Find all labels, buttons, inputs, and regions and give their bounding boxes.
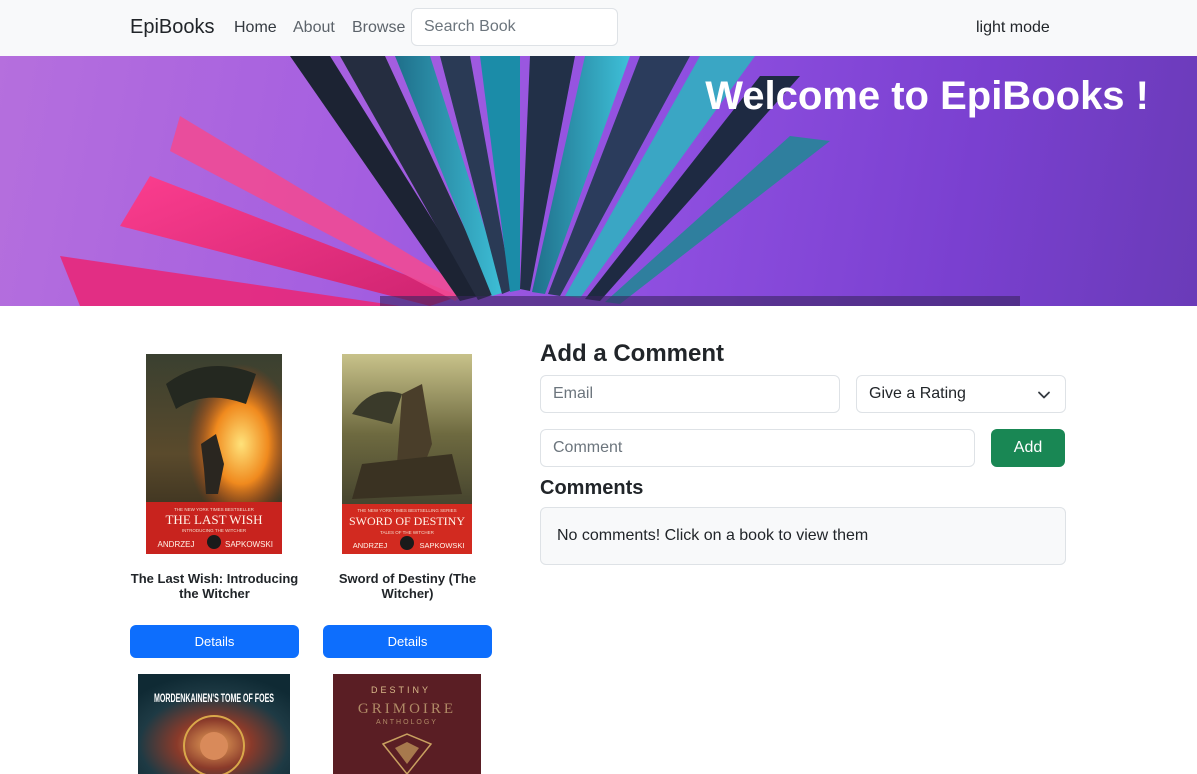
cover-subtitle-text: TALES OF THE WITCHER — [380, 530, 435, 535]
cover-title-text: THE LAST WISH — [165, 512, 262, 527]
cover-subtitle-text: ANTHOLOGY — [376, 719, 438, 726]
book-cover-sword-of-destiny[interactable]: THE NEW YORK TIMES BESTSELLING SERIES SW… — [342, 354, 472, 554]
book-title: The Last Wish: Introducing the Witcher — [130, 571, 299, 601]
cover-title-text: MORDENKAINEN'S TOME OF FOES — [154, 691, 274, 705]
comment-field[interactable] — [540, 429, 975, 467]
cover-author-last: SAPKOWSKI — [225, 540, 273, 549]
cover-author-first: ANDRZEJ — [158, 540, 195, 549]
book-cover-mordenkainens-tome-of-foes[interactable]: MORDENKAINEN'S TOME OF FOES — [138, 674, 290, 774]
cover-author-first: ANDRZEJ — [353, 541, 388, 550]
add-comment-button[interactable]: Add — [991, 429, 1065, 467]
hero-title: Welcome to EpiBooks ! — [705, 74, 1149, 118]
details-button[interactable]: Details — [323, 625, 492, 658]
book-title: Sword of Destiny (The Witcher) — [338, 571, 477, 601]
rating-select-label: Give a Rating — [869, 385, 966, 402]
cover-author-last: SAPKOWSKI — [419, 541, 464, 550]
rating-select[interactable]: Give a Rating — [856, 375, 1066, 413]
comments-heading: Comments — [540, 477, 644, 499]
theme-mode-toggle[interactable]: light mode — [976, 19, 1050, 37]
cover-title-text: GRIMOIRE — [358, 701, 456, 717]
cover-top-text: DESTINY — [371, 685, 431, 695]
book-cover-destiny-grimoire[interactable]: DESTINY GRIMOIRE ANTHOLOGY — [333, 674, 481, 774]
chevron-down-icon — [1037, 388, 1051, 407]
nav-link-about[interactable]: About — [293, 19, 335, 37]
details-button[interactable]: Details — [130, 625, 299, 658]
nav-link-home[interactable]: Home — [234, 19, 277, 37]
cover-subtitle-text: INTRODUCING THE WITCHER — [182, 528, 247, 533]
empty-comments-message: No comments! Click on a book to view the… — [557, 527, 869, 544]
nav-link-browse[interactable]: Browse — [352, 19, 405, 37]
email-field[interactable] — [540, 375, 840, 413]
brand-logo[interactable]: EpiBooks — [130, 16, 215, 39]
add-comment-heading: Add a Comment — [540, 340, 725, 367]
search-input[interactable] — [411, 8, 618, 46]
cover-banner-text: THE NEW YORK TIMES BESTSELLING SERIES — [357, 508, 456, 513]
comments-list: No comments! Click on a book to view the… — [540, 507, 1066, 565]
hero-banner: Welcome to EpiBooks ! — [0, 56, 1197, 306]
cover-title-text: SWORD OF DESTINY — [349, 514, 465, 528]
book-cover-the-last-wish[interactable]: THE NEW YORK TIMES BESTSELLER THE LAST W… — [146, 354, 282, 554]
navbar: EpiBooks Home About Browse light mode — [0, 0, 1197, 56]
